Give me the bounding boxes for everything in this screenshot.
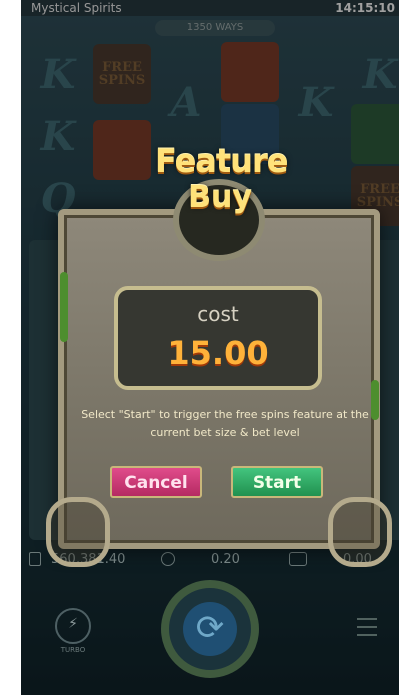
panel-corner-ornament-left xyxy=(46,497,110,567)
spin-inner: ⟳ xyxy=(183,602,237,656)
wallet-icon xyxy=(29,552,41,566)
panel-corner-ornament-right xyxy=(328,497,392,567)
vine-right xyxy=(371,380,379,420)
menu-icon[interactable] xyxy=(357,618,377,636)
cancel-button[interactable]: Cancel xyxy=(110,466,202,498)
turbo-label: TURBO xyxy=(60,646,86,654)
win-icon xyxy=(289,552,307,566)
bet-value: 0.20 xyxy=(211,552,240,567)
refresh-icon: ⟳ xyxy=(195,608,225,648)
spin-button[interactable]: ⟳ xyxy=(161,580,259,678)
cost-value: 15.00 xyxy=(167,334,269,372)
title-line-1: Feature xyxy=(155,142,288,180)
vine-left xyxy=(60,272,68,342)
start-button[interactable]: Start xyxy=(231,466,323,498)
title-line-2: Buy xyxy=(188,180,252,215)
feature-buy-title: Feature Buy xyxy=(155,142,288,261)
cost-label: cost xyxy=(197,302,239,326)
feature-description: Select "Start" to trigger the free spins… xyxy=(81,408,369,439)
coin-icon xyxy=(161,552,175,566)
turbo-button[interactable]: ⚡ TURBO xyxy=(55,608,91,654)
cost-box: cost 15.00 xyxy=(114,286,322,390)
lightning-icon: ⚡ xyxy=(68,616,78,632)
